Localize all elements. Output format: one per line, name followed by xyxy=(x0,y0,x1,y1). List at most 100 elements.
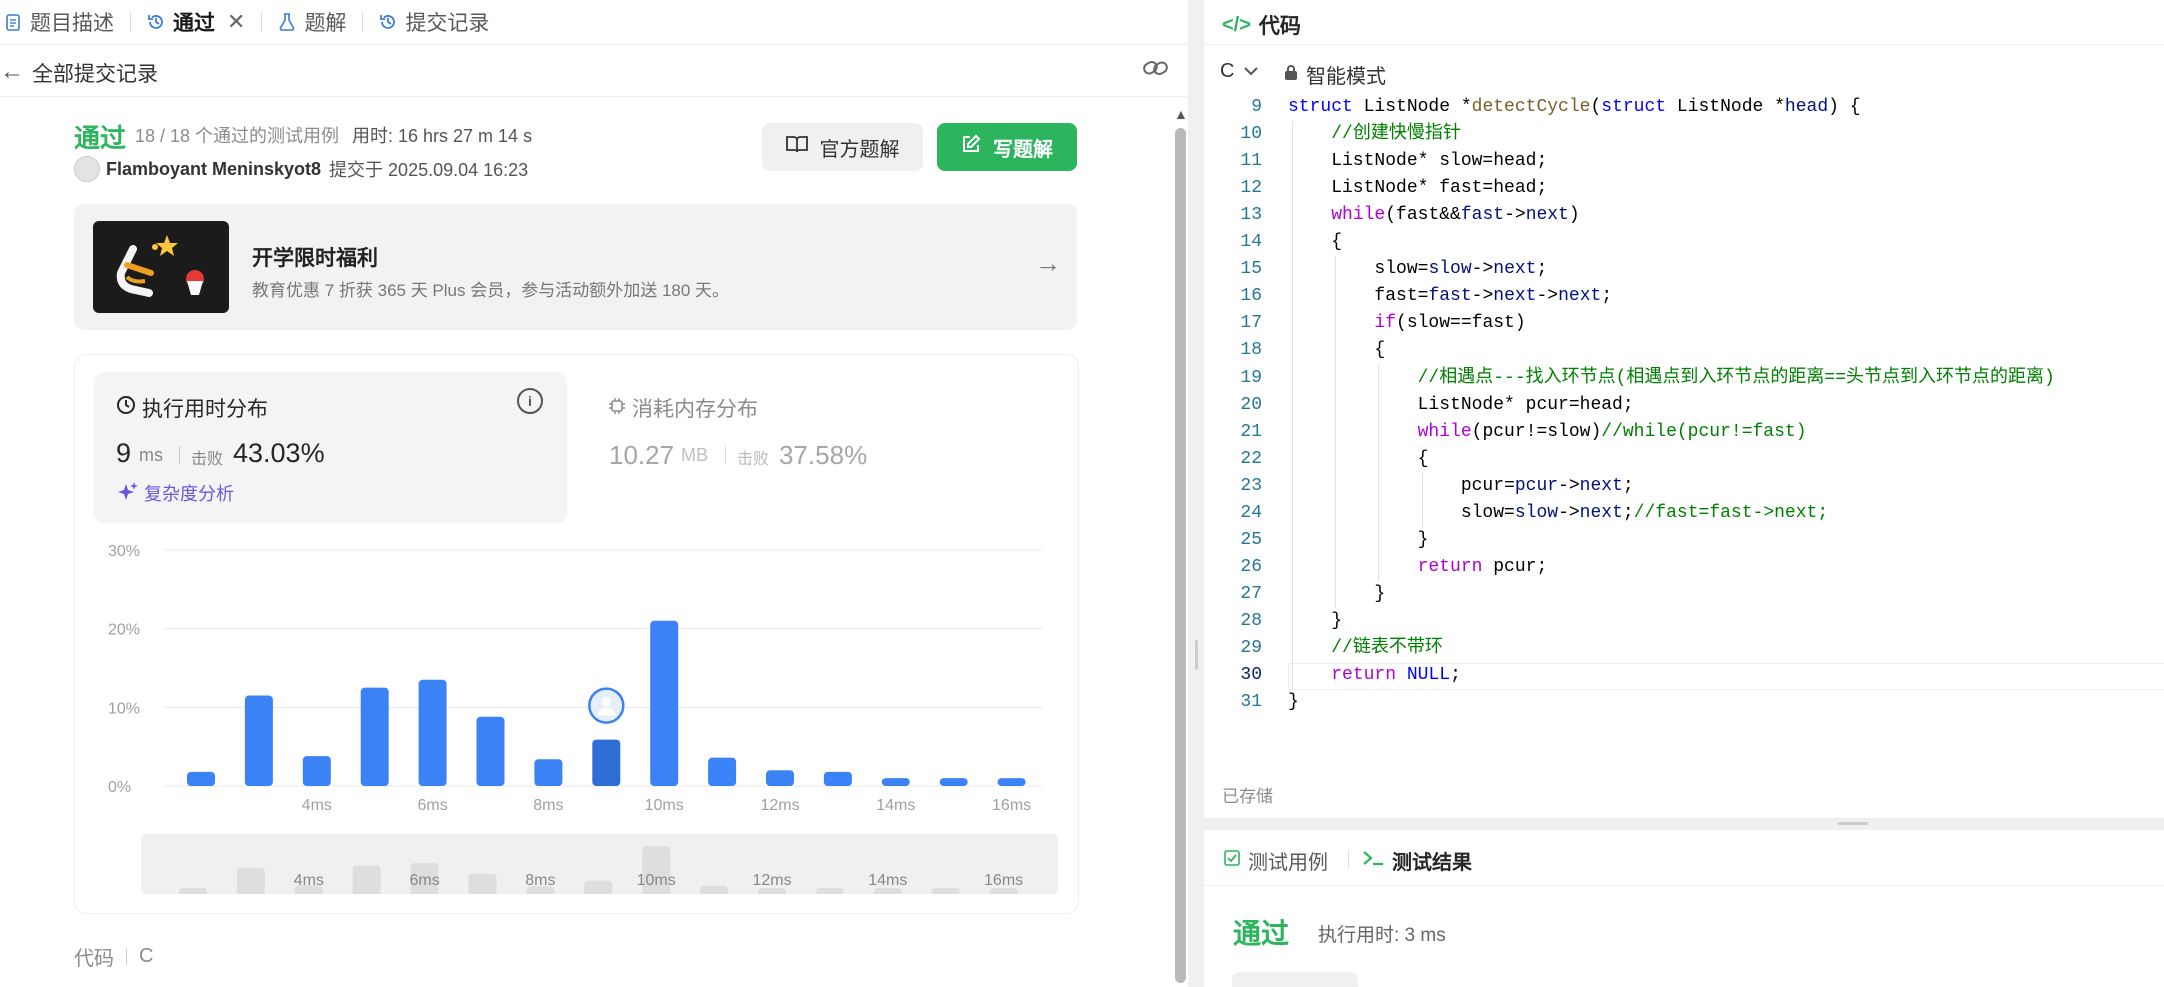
chip-icon xyxy=(608,397,626,420)
chart-bar[interactable] xyxy=(766,770,794,786)
code-line[interactable]: 30 return NULL; xyxy=(1204,662,2164,691)
code-text: if(slow==fast) xyxy=(1374,313,1526,334)
code-line[interactable]: 10 //创建快慢指针 xyxy=(1204,121,2164,148)
line-number: 20 xyxy=(1240,394,1262,415)
code-text: //创建快慢指针 xyxy=(1331,124,1461,145)
memory-title-label: 消耗内存分布 xyxy=(632,398,758,421)
code-text: while(pcur!=slow)//while(pcur!=fast) xyxy=(1417,421,1807,442)
chart-bar[interactable] xyxy=(939,778,968,786)
tab-description[interactable]: 题目描述 xyxy=(0,0,120,44)
code-line[interactable]: 27 } xyxy=(1204,581,2164,608)
minimap-tick-label: 4ms xyxy=(294,872,324,889)
chart-bar[interactable] xyxy=(823,771,852,786)
all-submissions-link[interactable]: 全部提交记录 xyxy=(32,58,158,88)
smart-mode-toggle[interactable]: 智能模式 xyxy=(1284,60,1386,89)
runtime-value: 9 xyxy=(116,438,132,468)
chart-bar[interactable] xyxy=(708,757,737,786)
code-line[interactable]: 11 ListNode* slow=head; xyxy=(1204,148,2164,175)
scrollbar[interactable] xyxy=(1175,128,1186,983)
submission-status: 通过 xyxy=(74,123,127,153)
arrow-right-icon[interactable]: → xyxy=(1035,248,1061,279)
history-icon xyxy=(379,13,397,31)
code-line[interactable]: 15 slow=slow->next; xyxy=(1204,256,2164,283)
minimap-bar xyxy=(468,873,497,894)
tab-separator xyxy=(362,12,364,32)
chart-bar[interactable] xyxy=(592,739,621,786)
code-text: slow=slow->next;//fast=fast->next; xyxy=(1288,502,1829,523)
runtime-unit: ms xyxy=(139,445,163,465)
code-line[interactable]: 23 pcur=pcur->next; xyxy=(1204,473,2164,500)
code-line[interactable]: 31} xyxy=(1204,689,2164,716)
chart-bar[interactable] xyxy=(418,679,447,786)
tab-accepted-label: 通过 xyxy=(173,12,215,35)
info-icon[interactable]: i xyxy=(517,388,543,414)
chart-bar[interactable] xyxy=(360,687,389,786)
code-line[interactable]: 20 ListNode* pcur=head; xyxy=(1204,392,2164,419)
code-line[interactable]: 16 fast=fast->next->next; xyxy=(1204,283,2164,310)
chart-bar[interactable] xyxy=(881,778,910,786)
sparkle-icon xyxy=(118,481,138,506)
write-solution-button[interactable]: 写题解 xyxy=(937,123,1077,171)
tab-submissions-label: 提交记录 xyxy=(405,12,490,35)
memory-title[interactable]: 消耗内存分布 xyxy=(608,393,758,423)
resize-grip[interactable] xyxy=(1838,822,1868,825)
x-tick-label: 4ms xyxy=(302,797,332,814)
promo-logo-icon xyxy=(93,221,229,313)
memory-unit: MB xyxy=(681,445,708,465)
runtime-distribution-chart[interactable]: 0% 10% 20% 30% 4ms 6ms 8ms 10ms 12ms 14ms 16ms xyxy=(94,536,1054,818)
line-number: 30 xyxy=(1240,665,1262,686)
x-tick-label: 16ms xyxy=(992,797,1031,814)
chart-bar[interactable] xyxy=(476,716,505,786)
scroll-up-arrow[interactable]: ▲ xyxy=(1174,106,1188,122)
link-icon[interactable] xyxy=(1142,56,1170,80)
official-solution-button[interactable]: 官方题解 xyxy=(762,123,923,171)
x-tick-label: 6ms xyxy=(417,797,447,814)
tab-submissions[interactable]: 提交记录 xyxy=(373,0,495,44)
mode-label: 智能模式 xyxy=(1306,66,1386,88)
code-line[interactable]: 29 //链表不带环 xyxy=(1204,635,2164,662)
code-line[interactable]: 26 return pcur; xyxy=(1204,554,2164,581)
code-area[interactable]: 9 struct ListNode *detectCycle(struct Lis… xyxy=(1204,94,2164,724)
tab-accepted[interactable]: 通过 ✕ xyxy=(141,0,251,44)
code-line[interactable]: 22 { xyxy=(1204,446,2164,473)
tab-test-result[interactable]: 测试结果 xyxy=(1362,846,1472,875)
code-line[interactable]: 21 while(pcur!=slow)//while(pcur!=fast) xyxy=(1204,419,2164,446)
tab-solutions[interactable]: 题解 xyxy=(272,0,352,44)
code-line[interactable]: 9 struct ListNode *detectCycle(struct Lis… xyxy=(1204,94,2164,121)
code-line[interactable]: 28 } xyxy=(1204,608,2164,635)
language-select[interactable]: C xyxy=(1220,60,1259,83)
memory-value: 10.27 xyxy=(609,440,675,470)
range-selector-minimap[interactable]: 4ms 6ms 8ms 10ms 12ms 14ms 16ms xyxy=(141,834,1058,894)
code-line[interactable]: 25 } xyxy=(1204,527,2164,554)
code-line[interactable]: 19 //相遇点---找入环节点(相遇点到入环节点的距离==头节点到入环节点的距… xyxy=(1204,365,2164,392)
code-line[interactable]: 12 ListNode* fast=head; xyxy=(1204,175,2164,202)
complexity-analysis-link[interactable]: 复杂度分析 xyxy=(118,480,234,506)
result-case-tab[interactable] xyxy=(1232,972,1358,987)
author-name[interactable]: Flamboyant Meninskyot8 xyxy=(106,159,321,180)
chart-bar[interactable] xyxy=(302,756,331,786)
arrow-left-icon[interactable]: ← xyxy=(0,58,24,86)
code-line[interactable]: 13 while(fast&&fast->next) xyxy=(1204,202,2164,229)
chart-bar[interactable] xyxy=(187,771,215,786)
resize-grip[interactable] xyxy=(1195,640,1198,670)
code-line[interactable]: 17 if(slow==fast) xyxy=(1204,310,2164,337)
tab-testcases[interactable]: 测试用例 xyxy=(1224,846,1328,875)
document-icon xyxy=(4,13,22,31)
chart-bar[interactable] xyxy=(997,778,1026,786)
code-line[interactable]: 18 { xyxy=(1204,337,2164,364)
chart-bar[interactable] xyxy=(244,695,273,786)
chart-bar[interactable] xyxy=(534,759,563,786)
panel-resize-handle[interactable] xyxy=(1188,0,1204,987)
divider xyxy=(1348,850,1349,868)
code-text: return pcur; xyxy=(1417,556,1548,577)
book-icon xyxy=(785,135,808,159)
code-line[interactable]: 14 { xyxy=(1204,229,2164,256)
avatar[interactable] xyxy=(74,156,100,182)
close-icon[interactable]: ✕ xyxy=(227,9,245,35)
code-text: ListNode* fast=head; xyxy=(1288,178,1548,199)
chart-bar[interactable] xyxy=(650,620,679,786)
promo-banner[interactable]: 开学限时福利 教育优惠 7 折获 365 天 Plus 会员，参与活动额外加送 … xyxy=(74,204,1077,330)
line-number: 19 xyxy=(1240,367,1262,388)
code-line[interactable]: 24 slow=slow->next;//fast=fast->next; xyxy=(1204,500,2164,527)
left-tab-bar: 题目描述 通过 ✕ 题解 提交记录 xyxy=(0,0,1188,45)
